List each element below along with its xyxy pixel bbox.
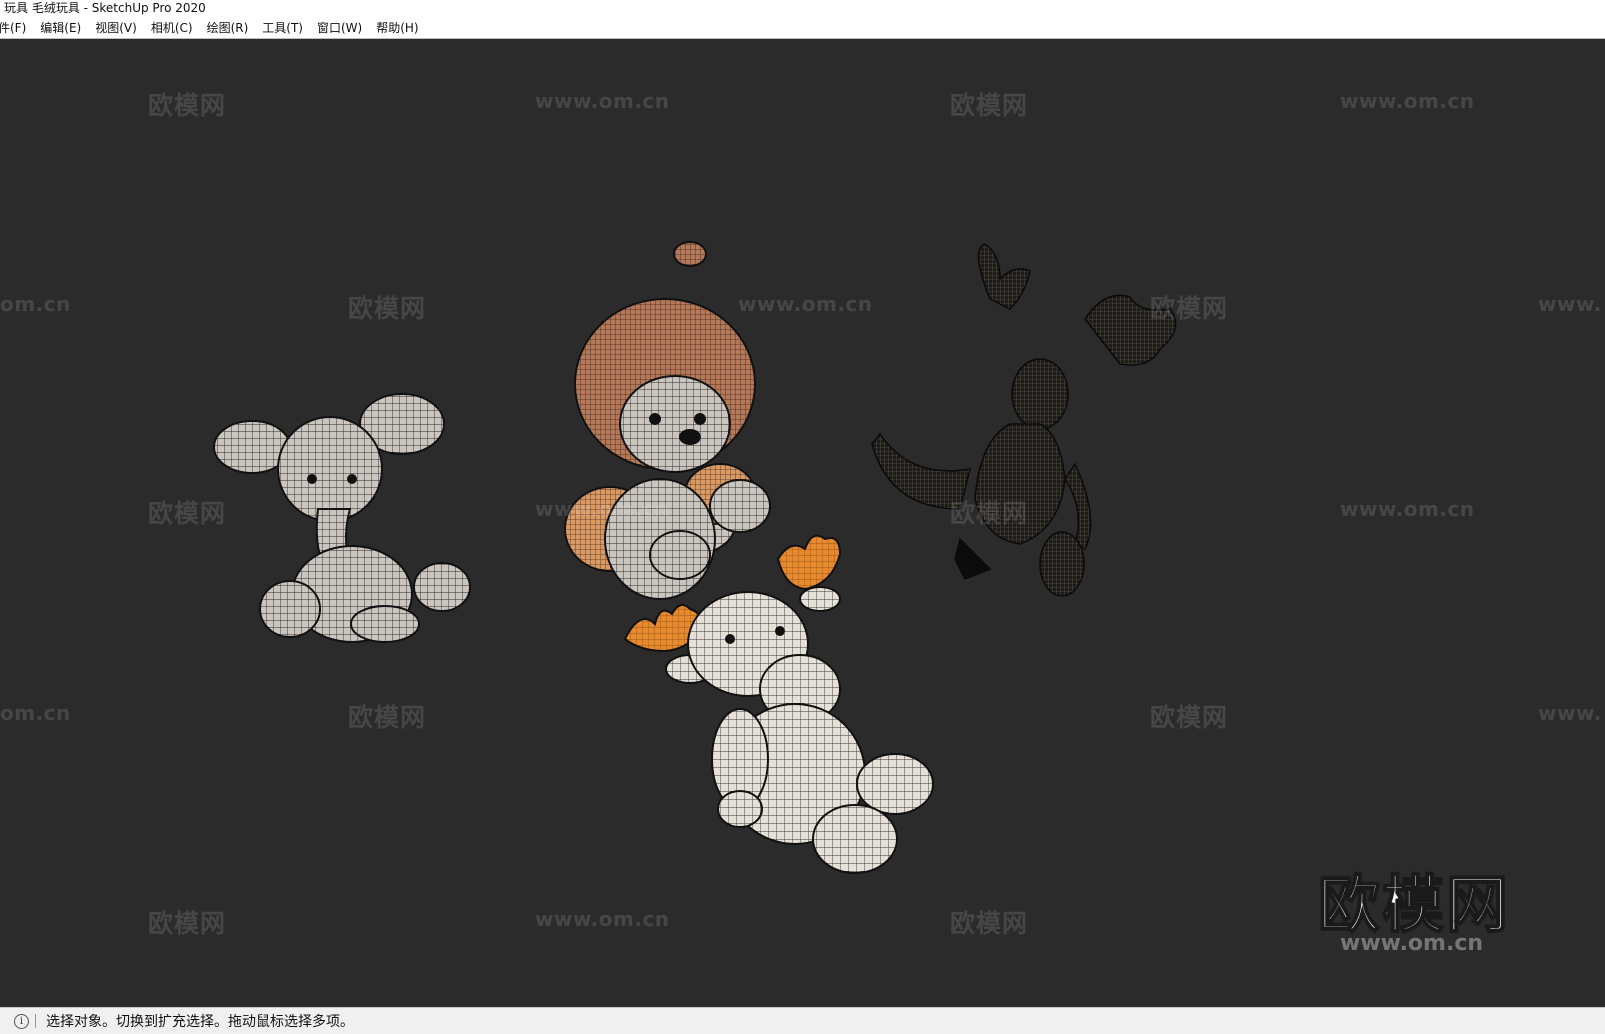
watermark-brand: 欧模网 — [1150, 703, 1229, 732]
watermark-brand: 欧模网 — [348, 294, 427, 323]
watermark-url: www.om.cn — [535, 89, 670, 113]
watermark-brand: 欧模网 — [148, 909, 227, 938]
watermark-url: www.om.cn — [1340, 931, 1484, 956]
watermark-brand: 欧模网 — [950, 91, 1029, 120]
watermark-url: www.om.cn — [738, 292, 873, 316]
moose-toy-model[interactable] — [871, 243, 1177, 597]
watermark-brand: 欧模网 — [950, 909, 1029, 938]
menu-file[interactable]: 件(F) — [0, 17, 33, 39]
menu-edit[interactable]: 编辑(E) — [33, 17, 88, 39]
menu-camera[interactable]: 相机(C) — [144, 17, 200, 39]
watermark-url-partial: om.cn — [0, 292, 71, 316]
watermark-url-partial: om.cn — [0, 701, 71, 725]
menu-window[interactable]: 窗口(W) — [310, 17, 369, 39]
window-title: 玩具 毛绒玩具 - SketchUp Pro 2020 — [0, 0, 1605, 17]
watermark-brand: 欧模网 — [950, 499, 1029, 528]
status-divider — [35, 1014, 36, 1028]
watermark-url-partial: www. — [1538, 292, 1602, 316]
menu-help[interactable]: 帮助(H) — [369, 17, 425, 39]
watermark-brand: 欧模网 — [348, 703, 427, 732]
watermark-brand: 欧模网 — [1150, 294, 1229, 323]
watermark-url: www.om.cn — [1340, 497, 1475, 521]
watermark-url-partial: www. — [1538, 701, 1602, 725]
menu-bar: 件(F) 编辑(E) 视图(V) 相机(C) 绘图(R) 工具(T) 窗口(W)… — [0, 17, 1605, 39]
info-icon[interactable]: i — [14, 1013, 29, 1029]
watermark-brand: 欧模网 — [148, 499, 227, 528]
menu-draw[interactable]: 绘图(R) — [200, 17, 256, 39]
status-bar: i 选择对象。切换到扩充选择。拖动鼠标选择多项。 — [0, 1007, 1605, 1034]
watermark-url: www.om.cn — [535, 907, 670, 931]
menu-tools[interactable]: 工具(T) — [255, 17, 310, 39]
menu-view[interactable]: 视图(V) — [88, 17, 144, 39]
modeling-viewport[interactable]: 欧模网 www.om.cn 欧模网 www.om.cn om.cn 欧模网 ww… — [0, 39, 1605, 1007]
watermark-url: www.om.cn — [535, 497, 670, 521]
watermark-url: www.om.cn — [1340, 89, 1475, 113]
status-message: 选择对象。切换到扩充选择。拖动鼠标选择多项。 — [46, 1014, 354, 1030]
elephant-toy-model[interactable] — [213, 393, 471, 643]
watermark-brand: 欧模网 — [148, 91, 227, 120]
